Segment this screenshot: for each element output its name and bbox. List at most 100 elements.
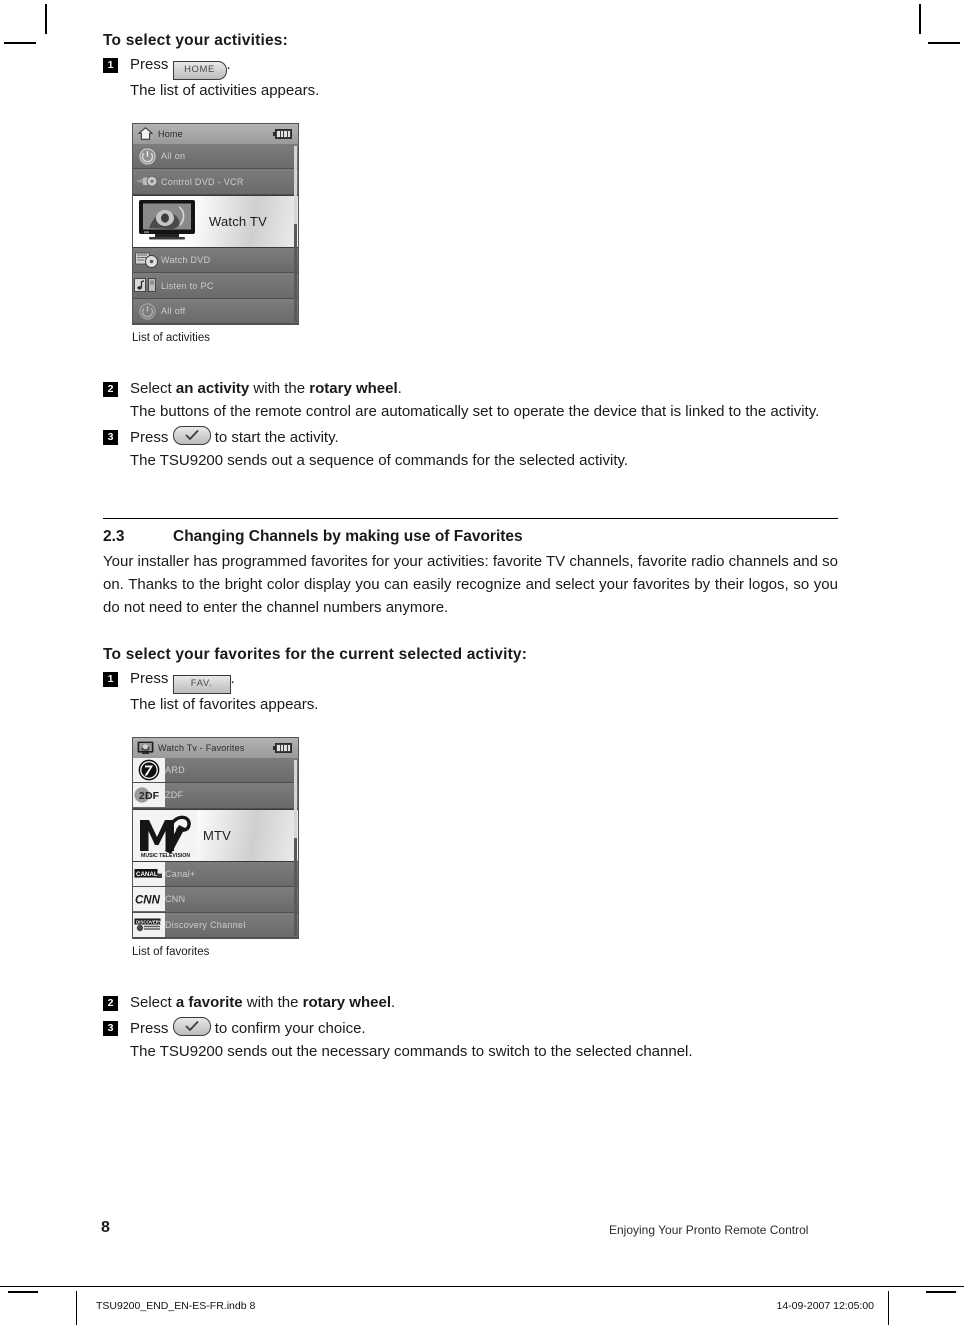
section-heading: 2.3 Changing Channels by making use of F… (103, 528, 838, 546)
checkmark-icon (172, 1016, 211, 1036)
section-number: 2.3 (103, 528, 125, 546)
list-item[interactable]: CNN CNN (133, 887, 298, 913)
step-bold-favorite: a favorite (175, 994, 243, 1012)
activities-step-2: 2 Select an activity with the rotary whe… (103, 378, 838, 424)
list-item[interactable]: Control DVD - VCR (133, 169, 298, 195)
crop-mark-top-left-horizontal (4, 42, 36, 44)
activities-screenshot: Home All on Control DVD - VCR Watch TV W… (132, 122, 838, 326)
crop-mark-bottom-left (8, 1291, 38, 1293)
television-icon (136, 740, 154, 756)
home-icon (136, 126, 154, 142)
mtv-logo-icon: MUSIC TELEVISION (133, 809, 197, 861)
slug-filename: TSU9200_END_EN-ES-FR.indb 8 (96, 1300, 256, 1312)
list-item-label: Listen to PC (161, 280, 214, 291)
list-item-selected[interactable]: Watch TV (133, 194, 298, 248)
favorites-row-list: ARD 2 DF ZDF MUSIC TELEVISION MTV CANAL+… (133, 757, 298, 939)
list-item-label: ARD (165, 764, 185, 775)
screen-scrollbar[interactable] (294, 759, 297, 937)
list-item-label: CNN (165, 894, 186, 905)
step-result: The TSU9200 sends out a sequence of comm… (130, 451, 629, 469)
list-item[interactable]: ARD (133, 757, 298, 784)
step-result: The buttons of the remote control are au… (130, 403, 820, 421)
svg-text:CNN: CNN (135, 895, 161, 906)
step-period: . (397, 380, 402, 398)
ard-logo-icon (133, 757, 165, 782)
lcd-screen-activities: Home All on Control DVD - VCR Watch TV W… (132, 122, 299, 326)
step-text: Select a favorite with the rotary wheel. (130, 992, 838, 1015)
list-item[interactable]: 2 DF ZDF (133, 783, 298, 809)
canalplus-logo-icon: CANAL+ (133, 861, 165, 886)
press-label: Press (130, 56, 169, 73)
screen-title-text: Watch Tv - Favorites (158, 742, 245, 753)
step-bold-wheel: rotary wheel (302, 994, 391, 1012)
crop-mark-top-left-vertical (45, 4, 47, 34)
list-item-label: All off (161, 306, 186, 317)
step-lead: Select (130, 380, 172, 398)
discovery-logo-icon: DISCOVERY (133, 912, 165, 937)
list-item-label: Control DVD - VCR (161, 176, 244, 187)
list-item[interactable]: Watch DVD (133, 247, 298, 274)
power-off-icon (133, 300, 161, 323)
step-mid: with the (246, 994, 299, 1012)
svg-text:MUSIC TELEVISION: MUSIC TELEVISION (141, 853, 190, 859)
step-result: The list of favorites appears. (130, 695, 319, 713)
list-item[interactable]: DISCOVERY Discovery Channel (133, 912, 298, 939)
screen-title-bar: Watch Tv - Favorites (133, 737, 298, 758)
battery-full-icon (273, 128, 293, 139)
list-item[interactable]: Listen to PC (133, 273, 298, 299)
section-divider (103, 518, 838, 520)
slug-tick-right (888, 1291, 889, 1325)
favorites-step-3: 3 Press to confirm your choice. The TSU9… (103, 1016, 838, 1064)
favorites-step-1: 1 Press FAV.. The list of favorites appe… (103, 668, 838, 717)
step-number: 2 (103, 996, 118, 1012)
list-item-selected[interactable]: MUSIC TELEVISION MTV (133, 808, 298, 862)
home-key-glyph: HOME (172, 61, 227, 80)
step-number: 3 (103, 429, 118, 445)
section-title: Changing Channels by making use of Favor… (173, 528, 523, 546)
battery-full-icon (273, 742, 293, 753)
list-item-label: ZDF (165, 790, 184, 801)
step-after: to start the activity. (214, 428, 339, 446)
page-number: 8 (101, 1219, 110, 1236)
step-bold-wheel: rotary wheel (309, 380, 398, 398)
running-head: Enjoying Your Pronto Remote Control (609, 1223, 809, 1237)
crop-mark-bottom-right (926, 1291, 956, 1293)
step-text: Press to start the activity. The TSU9200… (130, 425, 838, 473)
step-mid: with the (253, 380, 306, 398)
step-text: Select an activity with the rotary wheel… (130, 378, 838, 424)
slug-tick-left (76, 1291, 77, 1325)
step-text: Press FAV.. The list of favorites appear… (130, 668, 838, 717)
screen-title-bar: Home (133, 123, 298, 144)
step-period: . (226, 56, 231, 73)
activities-step-1: 1 Press HOME. The list of activities app… (103, 54, 838, 103)
list-item-label: Canal+ (165, 868, 196, 879)
step-result: The list of activities appears. (130, 82, 320, 99)
svg-text:DF: DF (145, 791, 160, 803)
screen-scrollbar[interactable] (294, 145, 297, 323)
zdf-logo-icon: 2 DF (133, 783, 165, 808)
activities-caption: List of activities (132, 332, 210, 345)
step-period: . (391, 994, 396, 1012)
list-item-label: Watch DVD (161, 255, 211, 266)
crop-mark-top-right-horizontal (928, 42, 960, 44)
television-icon (133, 197, 203, 245)
favorites-step-2: 2 Select a favorite with the rotary whee… (103, 992, 838, 1015)
power-on-icon (133, 145, 161, 168)
dvd-disc-icon (133, 249, 161, 272)
dvd-vcr-icon (133, 170, 161, 193)
svg-text:DISCOVERY: DISCOVERY (136, 920, 162, 925)
slug-divider (0, 1286, 964, 1287)
favorites-heading: To select your favorites for the current… (103, 645, 528, 663)
step-result: The TSU9200 sends out the necessary comm… (130, 1042, 693, 1060)
activities-row-list: All on Control DVD - VCR Watch TV Watch … (133, 143, 298, 325)
step-number: 2 (103, 382, 118, 398)
step-text: Press to confirm your choice. The TSU920… (130, 1016, 838, 1064)
favorites-caption: List of favorites (132, 946, 210, 959)
list-item-label: All on (161, 151, 186, 162)
checkmark-icon (172, 425, 211, 445)
activities-heading: To select your activities: (103, 32, 288, 49)
list-item[interactable]: CANAL+ Canal+ (133, 861, 298, 888)
list-item-label: Watch TV (209, 213, 267, 229)
list-item[interactable]: All off (133, 298, 298, 325)
list-item[interactable]: All on (133, 143, 298, 170)
